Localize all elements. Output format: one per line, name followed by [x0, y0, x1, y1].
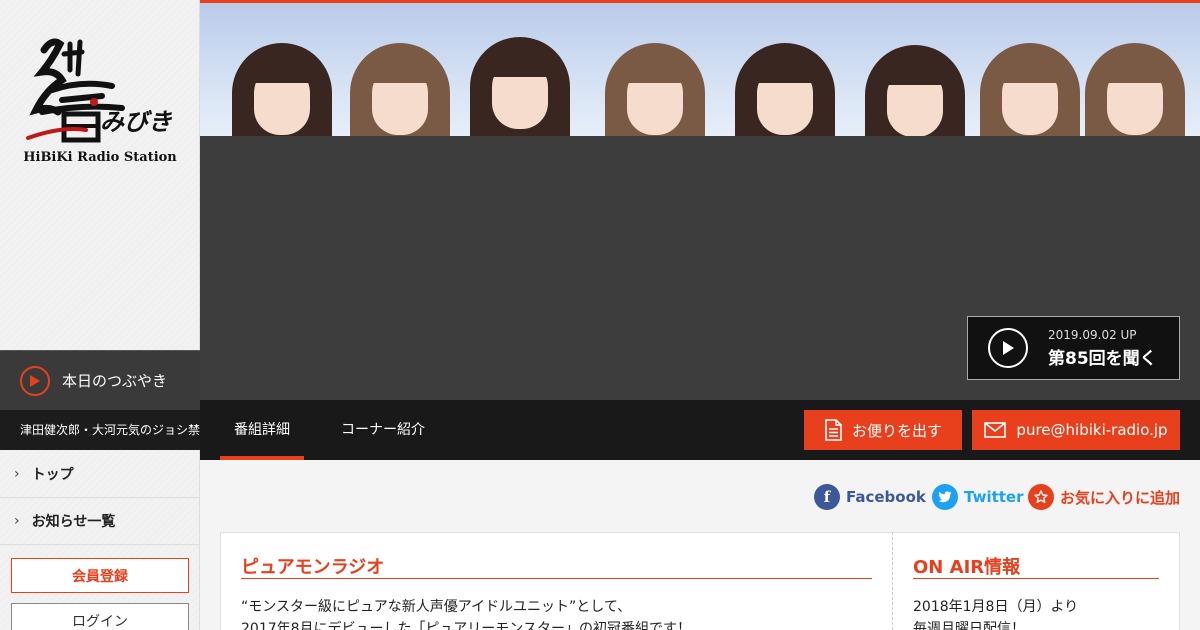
facebook-icon: f: [814, 484, 840, 510]
member-photo: [605, 43, 705, 136]
document-icon: [825, 419, 842, 441]
news-ticker[interactable]: 津田健次郎・大河元気のジョシ禁: [0, 410, 200, 450]
episode-label: 第85回を聞く: [1048, 348, 1157, 369]
facebook-label: Facebook: [846, 488, 926, 506]
member-photo: [980, 43, 1080, 136]
mail-icon: [984, 422, 1007, 438]
member-photo: [1085, 43, 1185, 136]
member-photo: [350, 43, 450, 136]
sidebar-item-top[interactable]: › トップ: [0, 451, 200, 498]
sidebar-item-news[interactable]: › お知らせ一覧: [0, 498, 200, 545]
member-photo: [470, 37, 570, 136]
add-favorite-link[interactable]: お気に入りに追加: [1028, 483, 1180, 511]
chevron-right-icon: ›: [14, 466, 20, 482]
program-description: 2017年8月にデビューした「ピュアリーモンスター」の初冠番組です！: [241, 621, 691, 630]
add-favorite-label: お気に入りに追加: [1060, 488, 1181, 507]
daily-tweet-button[interactable]: 本日のつぶやき: [0, 350, 200, 410]
panel-divider: [892, 532, 893, 630]
svg-text:みびき: みびき: [100, 107, 172, 136]
send-letter-label: お便りを出す: [851, 421, 942, 440]
login-button[interactable]: ログイン: [11, 603, 189, 630]
sidebar-item-label: トップ: [31, 467, 74, 483]
chevron-right-icon: ›: [14, 513, 20, 529]
hibiki-logo-mark: みびき: [26, 38, 172, 143]
play-icon: [988, 328, 1028, 368]
twitter-label: Twitter: [964, 488, 1024, 506]
onair-info: 毎週月曜日配信！: [913, 621, 1025, 630]
mail-address-label: pure@hibiki-radio.jp: [1016, 421, 1168, 439]
sidebar: みびき HiBiKi Radio Station 本日のつぶやき 津田健次郎・大…: [0, 0, 200, 630]
register-button[interactable]: 会員登録: [11, 558, 189, 593]
play-icon: [20, 365, 50, 396]
episode-date: 2019.09.02 UP: [1048, 327, 1137, 342]
twitter-icon: [932, 484, 958, 510]
sidebar-item-label: お知らせ一覧: [31, 514, 116, 530]
star-icon: [1028, 484, 1054, 510]
station-name: HiBiKi Radio Station: [23, 150, 177, 165]
member-photo: [865, 45, 965, 136]
tab-corner-intro[interactable]: コーナー紹介: [328, 400, 438, 460]
mail-address-button[interactable]: pure@hibiki-radio.jp: [972, 410, 1180, 450]
site-logo[interactable]: みびき HiBiKi Radio Station: [0, 0, 200, 350]
member-photo: [232, 43, 332, 136]
onair-title: ON AIR情報: [913, 553, 1159, 579]
facebook-share-link[interactable]: f Facebook: [814, 483, 926, 511]
onair-info: 2018年1月8日（月）より: [913, 599, 1079, 615]
member-photo: [735, 43, 835, 136]
send-letter-button[interactable]: お便りを出す: [804, 410, 962, 450]
daily-tweet-label: 本日のつぶやき: [62, 372, 168, 390]
tab-program-detail[interactable]: 番組詳細: [220, 400, 304, 460]
twitter-share-link[interactable]: Twitter: [932, 483, 1024, 511]
program-description: “モンスター級にピュアな新人声優アイドルユニット”として、: [241, 599, 632, 615]
listen-episode-button[interactable]: 2019.09.02 UP 第85回を聞く: [967, 316, 1180, 380]
hero-banner-image: [200, 3, 1200, 136]
program-title: ピュアモンラジオ: [241, 553, 872, 579]
